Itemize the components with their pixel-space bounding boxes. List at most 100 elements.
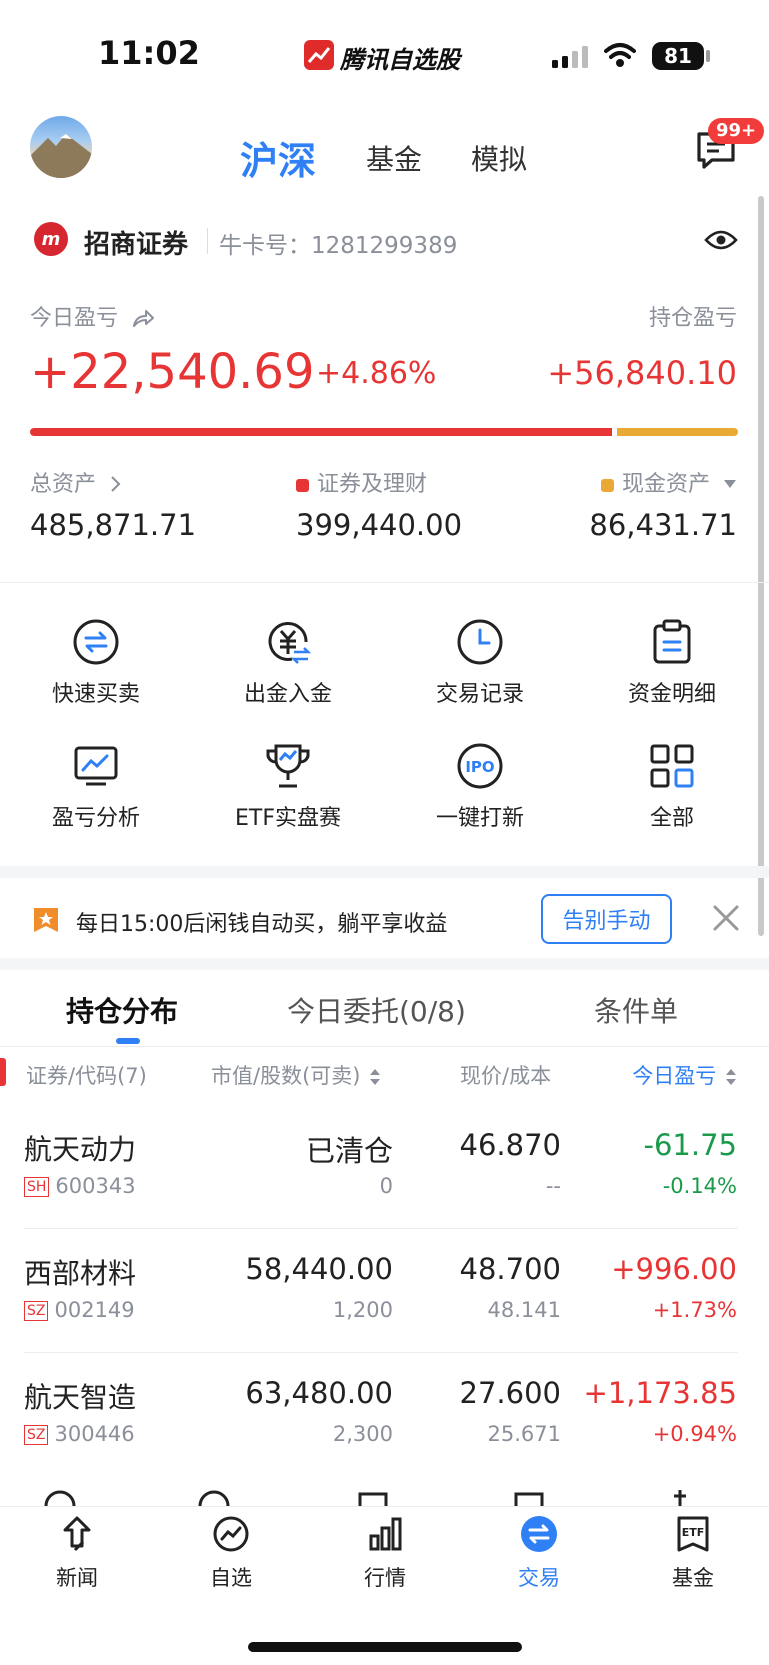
nav-fund[interactable]: ETF 基金 [616, 1514, 769, 1592]
stock-code-text: 300446 [54, 1422, 135, 1446]
hold-pnl-label: 持仓盈亏 [648, 306, 737, 331]
quick-action-label: ETF实盘赛 [235, 806, 341, 831]
stock-name[interactable]: 航天动力 [24, 1128, 136, 1168]
svg-text:IPO: IPO [465, 758, 494, 776]
yuan-transfer-icon [268, 621, 312, 664]
svg-text:ETF: ETF [682, 1526, 705, 1539]
broker-logo-icon: m [34, 222, 68, 256]
home-indicator[interactable] [248, 1642, 522, 1652]
banner-text: 每日15:00后闲钱自动买，躺平享收益 [76, 912, 448, 937]
share-count: 1,200 [332, 1298, 393, 1322]
cash-assets-value: 86,431.71 [589, 508, 737, 542]
row-divider [24, 1228, 738, 1229]
stock-code-text: 002149 [54, 1298, 135, 1322]
close-icon[interactable] [710, 902, 742, 934]
market-value: 63,480.00 [245, 1376, 393, 1410]
section-gap [0, 958, 769, 970]
quick-action-label: 一键打新 [435, 806, 524, 831]
avatar[interactable] [30, 116, 92, 178]
etf-contest-button[interactable]: ETF实盘赛 [192, 742, 384, 832]
chevron-right-icon [111, 476, 121, 492]
today-pnl-percent: +0.94% [652, 1422, 737, 1446]
deposit-withdraw-button[interactable]: 出金入金 [192, 618, 384, 708]
section-divider [0, 582, 769, 583]
stock-code: SZ 300446 [24, 1422, 135, 1446]
broker-divider [207, 228, 208, 254]
clipboard-icon [653, 619, 691, 664]
grid-icon [650, 744, 694, 788]
app-logo-icon [304, 40, 334, 70]
cash-share-bar [616, 428, 738, 436]
ipo-subscribe-button[interactable]: IPO 一键打新 [384, 742, 576, 832]
stock-name[interactable]: 西部材料 [24, 1252, 136, 1292]
cost-price: -- [545, 1174, 561, 1198]
today-pnl-value: +22,540.69 [30, 344, 315, 400]
nav-label: 行情 [364, 1566, 406, 1590]
news-icon [63, 1516, 91, 1552]
col-today-pnl[interactable]: 今日盈亏 [632, 1060, 737, 1090]
tab-holdings[interactable]: 持仓分布 [66, 990, 178, 1030]
sort-icon [370, 1069, 381, 1085]
tab-shenzhen-shanghai[interactable]: 沪深 [240, 130, 316, 185]
today-pnl: +1,173.85 [583, 1376, 737, 1410]
total-assets-label-text: 总资产 [30, 472, 97, 497]
market-value: 58,440.00 [245, 1252, 393, 1286]
stock-code: SH 600343 [24, 1174, 136, 1198]
stock-name[interactable]: 航天智造 [24, 1376, 136, 1416]
trade-records-button[interactable]: 交易记录 [384, 618, 576, 708]
share-count: 2,300 [332, 1422, 393, 1446]
col-price-cost: 现价/成本 [460, 1064, 552, 1088]
hold-pnl-value: +56,840.10 [547, 354, 737, 392]
star-icon [34, 908, 58, 932]
col-market-value-text: 市值/股数(可卖) [211, 1064, 361, 1088]
cash-assets-label[interactable]: 现金资产 [600, 466, 737, 498]
share-icon[interactable] [131, 308, 155, 328]
tab-today-orders[interactable]: 今日委托(0/8) [287, 990, 466, 1030]
swap-icon [73, 619, 119, 665]
sort-icon [726, 1069, 736, 1085]
securities-share-bar [30, 428, 612, 436]
securities-label-text: 证券及理财 [317, 472, 428, 497]
today-pnl-percent: -0.14% [662, 1174, 737, 1198]
active-tab-indicator [116, 1038, 140, 1044]
total-assets-label[interactable]: 总资产 [30, 466, 123, 498]
market-icon [369, 1517, 402, 1551]
nav-market[interactable]: 行情 [308, 1514, 462, 1592]
quick-action-label: 快速买卖 [51, 682, 140, 707]
col-today-pnl-text: 今日盈亏 [632, 1064, 717, 1088]
stock-code-text: 600343 [55, 1174, 136, 1198]
all-functions-button[interactable]: 全部 [576, 742, 768, 832]
cell-signal-icon [552, 46, 588, 68]
quick-buy-sell-button[interactable]: 快速买卖 [0, 618, 192, 708]
eye-icon[interactable] [704, 228, 738, 252]
cost-price: 25.671 [487, 1422, 561, 1446]
total-assets-value: 485,871.71 [30, 508, 197, 542]
today-pnl-label[interactable]: 今日盈亏 [30, 300, 155, 332]
fund-details-button[interactable]: 资金明细 [576, 618, 768, 708]
tab-fund[interactable]: 基金 [366, 138, 422, 178]
market-tag: SZ [24, 1425, 49, 1445]
col-security: 证券/代码(7) [26, 1064, 147, 1088]
nav-watchlist[interactable]: 自选 [154, 1514, 308, 1592]
tab-simulation[interactable]: 模拟 [471, 138, 527, 178]
account-label: 牛卡号： [219, 233, 311, 259]
today-pnl-label-text: 今日盈亏 [30, 306, 119, 331]
asset-allocation-bar [30, 428, 738, 436]
nav-trade[interactable]: 交易 [462, 1514, 616, 1592]
nav-news[interactable]: 新闻 [0, 1514, 154, 1592]
current-price: 46.870 [459, 1128, 561, 1162]
quick-action-label: 交易记录 [435, 682, 524, 707]
tab-divider [0, 1046, 769, 1047]
col-market-value[interactable]: 市值/股数(可卖) [211, 1060, 381, 1090]
banner-action-button[interactable]: 告别手动 [541, 894, 672, 944]
status-time: 11:02 [98, 34, 200, 72]
account-number: 牛卡号：1281299389 [219, 226, 457, 260]
today-pnl-percent: +1.73% [652, 1298, 737, 1322]
market-tag: SZ [24, 1301, 49, 1321]
pnl-analysis-button[interactable]: 盈亏分析 [0, 742, 192, 832]
quick-action-label: 盈亏分析 [51, 806, 140, 831]
app-name: 腾讯自选股 [340, 46, 460, 74]
broker-name[interactable]: 招商证券 [84, 224, 188, 261]
tab-conditional-orders[interactable]: 条件单 [594, 990, 678, 1030]
monitor-chart-icon [74, 746, 118, 786]
